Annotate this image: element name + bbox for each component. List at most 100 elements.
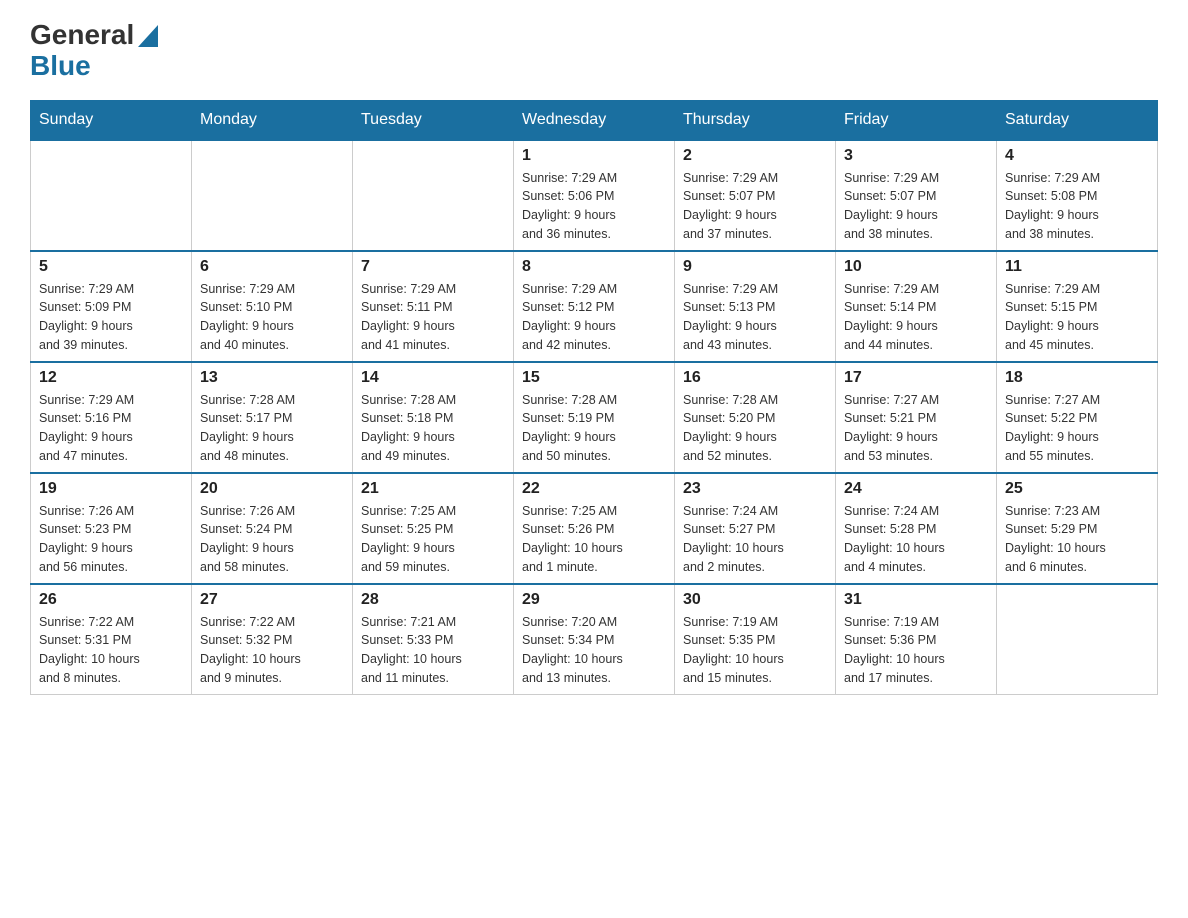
day-number: 30 <box>683 591 827 609</box>
calendar-day-cell: 12Sunrise: 7:29 AMSunset: 5:16 PMDayligh… <box>31 362 192 473</box>
calendar-day-cell: 13Sunrise: 7:28 AMSunset: 5:17 PMDayligh… <box>192 362 353 473</box>
day-number: 1 <box>522 147 666 165</box>
calendar-day-cell <box>192 140 353 251</box>
calendar-day-cell: 1 Sunrise: 7:29 AMSunset: 5:06 PMDaylight… <box>514 140 675 251</box>
calendar-day-cell: 25 Sunrise: 7:23 AMSunset: 5:29 PMDayligh… <box>997 473 1158 584</box>
calendar-day-cell: 23 Sunrise: 7:24 AMSunset: 5:27 PMDayligh… <box>675 473 836 584</box>
calendar-week-row: 5 Sunrise: 7:29 AMSunset: 5:09 PMDaylight… <box>31 251 1158 362</box>
day-info: Sunrise: 7:28 AMSunset: 5:20 PMDaylight:… <box>683 391 827 466</box>
calendar-day-cell: 5 Sunrise: 7:29 AMSunset: 5:09 PMDaylight… <box>31 251 192 362</box>
calendar-day-cell: 30 Sunrise: 7:19 AMSunset: 5:35 PMDayligh… <box>675 584 836 695</box>
logo-blue-text: Blue <box>30 50 91 81</box>
calendar-day-cell <box>997 584 1158 695</box>
weekday-header-sunday: Sunday <box>31 100 192 140</box>
day-number: 11 <box>1005 258 1149 276</box>
day-info: Sunrise: 7:29 AMSunset: 5:09 PMDaylight:… <box>39 280 183 355</box>
day-number: 15 <box>522 369 666 387</box>
day-info: Sunrise: 7:29 AMSunset: 5:14 PMDaylight:… <box>844 280 988 355</box>
logo-general-text: General <box>30 20 134 51</box>
day-number: 27 <box>200 591 344 609</box>
day-number: 20 <box>200 480 344 498</box>
day-number: 8 <box>522 258 666 276</box>
day-number: 28 <box>361 591 505 609</box>
calendar-day-cell: 27 Sunrise: 7:22 AMSunset: 5:32 PMDayligh… <box>192 584 353 695</box>
calendar-day-cell: 3Sunrise: 7:29 AMSunset: 5:07 PMDaylight… <box>836 140 997 251</box>
weekday-header-row: SundayMondayTuesdayWednesdayThursdayFrid… <box>31 100 1158 140</box>
weekday-header-friday: Friday <box>836 100 997 140</box>
day-info: Sunrise: 7:23 AMSunset: 5:29 PMDaylight:… <box>1005 502 1149 577</box>
calendar-day-cell: 22 Sunrise: 7:25 AMSunset: 5:26 PMDayligh… <box>514 473 675 584</box>
day-number: 6 <box>200 258 344 276</box>
header: General Blue <box>30 20 1158 82</box>
calendar-day-cell: 26Sunrise: 7:22 AMSunset: 5:31 PMDayligh… <box>31 584 192 695</box>
day-number: 18 <box>1005 369 1149 387</box>
day-number: 7 <box>361 258 505 276</box>
calendar-day-cell: 20 Sunrise: 7:26 AMSunset: 5:24 PMDayligh… <box>192 473 353 584</box>
day-info: Sunrise: 7:22 AMSunset: 5:32 PMDaylight:… <box>200 613 344 688</box>
day-info: Sunrise: 7:29 AMSunset: 5:13 PMDaylight:… <box>683 280 827 355</box>
day-info: Sunrise: 7:29 AMSunset: 5:11 PMDaylight:… <box>361 280 505 355</box>
calendar-day-cell: 2 Sunrise: 7:29 AMSunset: 5:07 PMDaylight… <box>675 140 836 251</box>
day-number: 14 <box>361 369 505 387</box>
day-info: Sunrise: 7:28 AMSunset: 5:18 PMDaylight:… <box>361 391 505 466</box>
day-number: 17 <box>844 369 988 387</box>
day-info: Sunrise: 7:24 AMSunset: 5:28 PMDaylight:… <box>844 502 988 577</box>
calendar-day-cell: 18 Sunrise: 7:27 AMSunset: 5:22 PMDayligh… <box>997 362 1158 473</box>
calendar-day-cell: 8 Sunrise: 7:29 AMSunset: 5:12 PMDaylight… <box>514 251 675 362</box>
day-info: Sunrise: 7:25 AMSunset: 5:26 PMDaylight:… <box>522 502 666 577</box>
calendar-day-cell: 15 Sunrise: 7:28 AMSunset: 5:19 PMDayligh… <box>514 362 675 473</box>
calendar-day-cell <box>31 140 192 251</box>
day-info: Sunrise: 7:29 AMSunset: 5:07 PMDaylight:… <box>683 169 827 244</box>
day-number: 22 <box>522 480 666 498</box>
calendar-day-cell: 16 Sunrise: 7:28 AMSunset: 5:20 PMDayligh… <box>675 362 836 473</box>
calendar-week-row: 19 Sunrise: 7:26 AMSunset: 5:23 PMDayligh… <box>31 473 1158 584</box>
calendar-day-cell: 19 Sunrise: 7:26 AMSunset: 5:23 PMDayligh… <box>31 473 192 584</box>
day-number: 31 <box>844 591 988 609</box>
day-number: 25 <box>1005 480 1149 498</box>
calendar-week-row: 12Sunrise: 7:29 AMSunset: 5:16 PMDayligh… <box>31 362 1158 473</box>
weekday-header-saturday: Saturday <box>997 100 1158 140</box>
day-number: 2 <box>683 147 827 165</box>
weekday-header-monday: Monday <box>192 100 353 140</box>
day-info: Sunrise: 7:29 AMSunset: 5:07 PMDaylight:… <box>844 169 988 244</box>
calendar-day-cell: 7 Sunrise: 7:29 AMSunset: 5:11 PMDaylight… <box>353 251 514 362</box>
day-info: Sunrise: 7:29 AMSunset: 5:08 PMDaylight:… <box>1005 169 1149 244</box>
calendar-day-cell: 24 Sunrise: 7:24 AMSunset: 5:28 PMDayligh… <box>836 473 997 584</box>
calendar-day-cell: 6 Sunrise: 7:29 AMSunset: 5:10 PMDaylight… <box>192 251 353 362</box>
day-info: Sunrise: 7:29 AMSunset: 5:10 PMDaylight:… <box>200 280 344 355</box>
weekday-header-wednesday: Wednesday <box>514 100 675 140</box>
day-info: Sunrise: 7:24 AMSunset: 5:27 PMDaylight:… <box>683 502 827 577</box>
calendar-week-row: 26Sunrise: 7:22 AMSunset: 5:31 PMDayligh… <box>31 584 1158 695</box>
day-number: 5 <box>39 258 183 276</box>
calendar-day-cell: 10Sunrise: 7:29 AMSunset: 5:14 PMDayligh… <box>836 251 997 362</box>
day-info: Sunrise: 7:29 AMSunset: 5:12 PMDaylight:… <box>522 280 666 355</box>
calendar-day-cell: 31 Sunrise: 7:19 AMSunset: 5:36 PMDayligh… <box>836 584 997 695</box>
day-number: 16 <box>683 369 827 387</box>
calendar-day-cell: 11 Sunrise: 7:29 AMSunset: 5:15 PMDayligh… <box>997 251 1158 362</box>
calendar-week-row: 1 Sunrise: 7:29 AMSunset: 5:06 PMDaylight… <box>31 140 1158 251</box>
day-info: Sunrise: 7:27 AMSunset: 5:22 PMDaylight:… <box>1005 391 1149 466</box>
day-info: Sunrise: 7:19 AMSunset: 5:36 PMDaylight:… <box>844 613 988 688</box>
day-info: Sunrise: 7:27 AMSunset: 5:21 PMDaylight:… <box>844 391 988 466</box>
day-number: 24 <box>844 480 988 498</box>
day-number: 19 <box>39 480 183 498</box>
calendar-day-cell: 4 Sunrise: 7:29 AMSunset: 5:08 PMDaylight… <box>997 140 1158 251</box>
day-info: Sunrise: 7:19 AMSunset: 5:35 PMDaylight:… <box>683 613 827 688</box>
day-info: Sunrise: 7:28 AMSunset: 5:19 PMDaylight:… <box>522 391 666 466</box>
day-info: Sunrise: 7:29 AMSunset: 5:15 PMDaylight:… <box>1005 280 1149 355</box>
day-info: Sunrise: 7:22 AMSunset: 5:31 PMDaylight:… <box>39 613 183 688</box>
weekday-header-thursday: Thursday <box>675 100 836 140</box>
day-number: 13 <box>200 369 344 387</box>
day-number: 12 <box>39 369 183 387</box>
day-number: 23 <box>683 480 827 498</box>
day-number: 29 <box>522 591 666 609</box>
day-info: Sunrise: 7:26 AMSunset: 5:24 PMDaylight:… <box>200 502 344 577</box>
calendar-day-cell: 29Sunrise: 7:20 AMSunset: 5:34 PMDayligh… <box>514 584 675 695</box>
day-number: 9 <box>683 258 827 276</box>
day-info: Sunrise: 7:26 AMSunset: 5:23 PMDaylight:… <box>39 502 183 577</box>
calendar-day-cell: 9 Sunrise: 7:29 AMSunset: 5:13 PMDaylight… <box>675 251 836 362</box>
logo-triangle-svg <box>138 25 158 47</box>
calendar-day-cell: 17 Sunrise: 7:27 AMSunset: 5:21 PMDayligh… <box>836 362 997 473</box>
day-info: Sunrise: 7:29 AMSunset: 5:06 PMDaylight:… <box>522 169 666 244</box>
day-number: 4 <box>1005 147 1149 165</box>
